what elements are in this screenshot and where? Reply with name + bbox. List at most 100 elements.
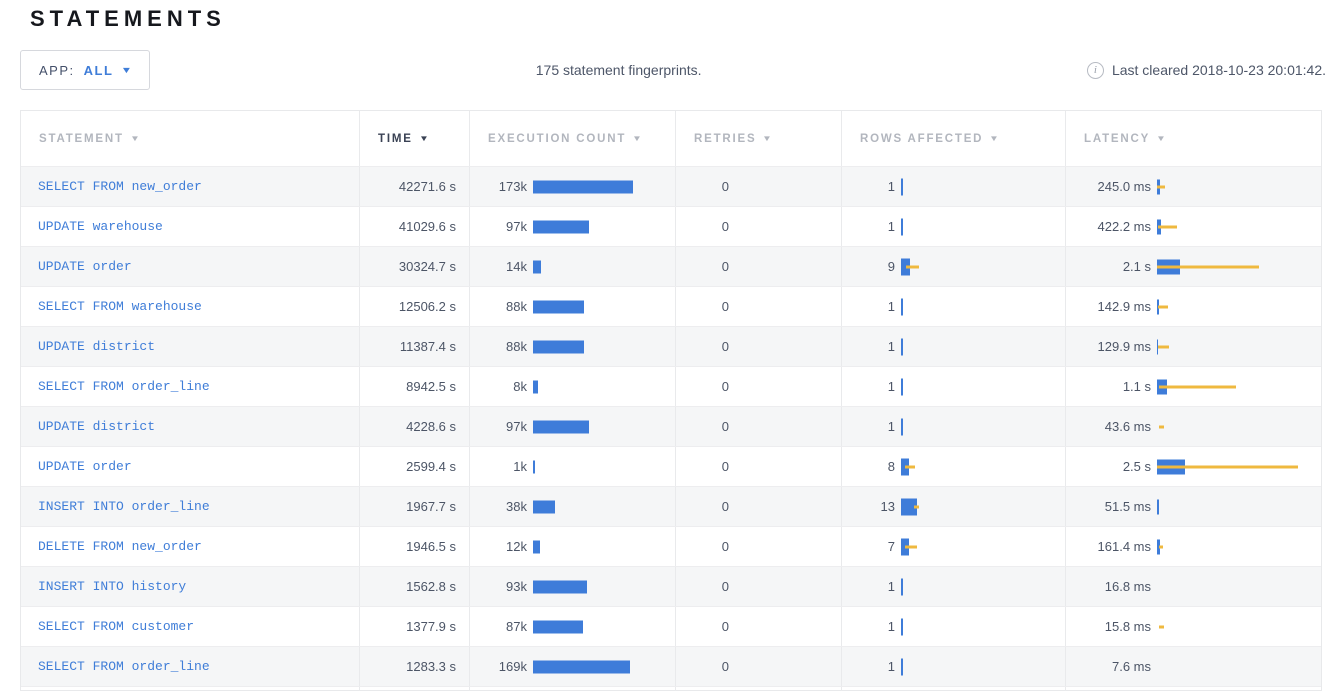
latency-value: 2.1 s <box>1066 259 1151 274</box>
retries-value: 0 <box>676 179 729 194</box>
table-row: UPDATE district 11387.4 s 88k 0 1 129.9 … <box>21 326 1321 366</box>
partial-next-row <box>21 686 1321 690</box>
time-value: 12506.2 s <box>399 299 456 314</box>
column-header-statement[interactable]: STATEMENT ▼ <box>21 111 359 166</box>
rows-affected-value: 1 <box>842 619 895 634</box>
column-header-retries[interactable]: RETRIES ▼ <box>675 111 841 166</box>
latency-value: 51.5 ms <box>1066 499 1151 514</box>
retries-value: 0 <box>676 579 729 594</box>
column-header-execution-count[interactable]: EXECUTION COUNT ▼ <box>469 111 675 166</box>
rows-affected-value: 7 <box>842 539 895 554</box>
table-row: SELECT FROM customer 1377.9 s 87k 0 1 15… <box>21 606 1321 646</box>
table-row: DELETE FROM new_order 1946.5 s 12k 0 7 1… <box>21 526 1321 566</box>
execution-count-bar <box>533 260 541 273</box>
retries-value: 0 <box>676 619 729 634</box>
table-row: INSERT INTO order_line 1967.7 s 38k 0 13… <box>21 486 1321 526</box>
table-row: UPDATE warehouse 41029.6 s 97k 0 1 422.2… <box>21 206 1321 246</box>
rows-affected-value: 1 <box>842 179 895 194</box>
page-title: STATEMENTS <box>30 6 226 32</box>
rows-affected-value: 1 <box>842 659 895 674</box>
time-value: 8942.5 s <box>406 379 456 394</box>
table-row: UPDATE order 2599.4 s 1k 0 8 2.5 s <box>21 446 1321 486</box>
statement-link[interactable]: SELECT FROM customer <box>38 619 194 634</box>
column-header-rows-affected[interactable]: ROWS AFFECTED ▼ <box>841 111 1065 166</box>
time-value: 2599.4 s <box>406 459 456 474</box>
execution-count-bar <box>533 460 535 473</box>
table-body: SELECT FROM new_order 42271.6 s 173k 0 1… <box>21 166 1321 686</box>
execution-count-value: 8k <box>470 379 527 394</box>
execution-count-bar <box>533 580 587 593</box>
latency-stddev-bar <box>1158 305 1168 308</box>
execution-count-value: 87k <box>470 619 527 634</box>
rows-affected-bar <box>901 578 903 595</box>
latency-value: 1.1 s <box>1066 379 1151 394</box>
latency-stddev-bar <box>1159 385 1236 388</box>
sort-arrow-icon: ▼ <box>130 134 140 143</box>
execution-count-value: 169k <box>470 659 527 674</box>
latency-bar <box>1157 499 1159 514</box>
rows-affected-value: 1 <box>842 419 895 434</box>
rows-affected-bar <box>901 618 903 635</box>
rows-affected-stddev-bar <box>905 545 917 548</box>
execution-count-bar <box>533 500 555 513</box>
info-icon[interactable]: i <box>1087 62 1104 79</box>
statement-link[interactable]: UPDATE order <box>38 459 132 474</box>
latency-value: 422.2 ms <box>1066 219 1151 234</box>
statement-link[interactable]: SELECT FROM order_line <box>38 379 210 394</box>
statement-link[interactable]: SELECT FROM order_line <box>38 659 210 674</box>
execution-count-bar <box>533 420 589 433</box>
execution-count-value: 97k <box>470 219 527 234</box>
execution-count-value: 38k <box>470 499 527 514</box>
rows-affected-value: 13 <box>842 499 895 514</box>
latency-value: 43.6 ms <box>1066 419 1151 434</box>
latency-value: 161.4 ms <box>1066 539 1151 554</box>
latency-stddev-bar <box>1158 225 1177 228</box>
statement-link[interactable]: SELECT FROM new_order <box>38 179 202 194</box>
column-header-time[interactable]: TIME ▼ <box>359 111 469 166</box>
execution-count-value: 88k <box>470 299 527 314</box>
last-cleared-text: Last cleared 2018-10-23 20:01:42. <box>1112 62 1326 78</box>
rows-affected-stddev-bar <box>906 265 919 268</box>
latency-stddev-bar <box>1159 625 1164 628</box>
table-header-row: STATEMENT ▼ TIME ▼ EXECUTION COUNT ▼ RET… <box>21 111 1321 166</box>
latency-stddev-bar <box>1157 465 1298 468</box>
rows-affected-bar <box>901 378 903 395</box>
rows-affected-value: 8 <box>842 459 895 474</box>
app-filter-label: APP: <box>39 63 75 78</box>
table-row: SELECT FROM order_line 8942.5 s 8k 0 1 1… <box>21 366 1321 406</box>
time-value: 41029.6 s <box>399 219 456 234</box>
table-row: INSERT INTO history 1562.8 s 93k 0 1 16.… <box>21 566 1321 606</box>
column-header-latency[interactable]: LATENCY ▼ <box>1065 111 1321 166</box>
time-value: 1562.8 s <box>406 579 456 594</box>
statement-link[interactable]: INSERT INTO order_line <box>38 499 210 514</box>
statement-link[interactable]: UPDATE district <box>38 339 155 354</box>
execution-count-bar <box>533 540 540 553</box>
statement-link[interactable]: INSERT INTO history <box>38 579 186 594</box>
statement-link[interactable]: SELECT FROM warehouse <box>38 299 202 314</box>
statement-link[interactable]: UPDATE warehouse <box>38 219 163 234</box>
time-value: 1283.3 s <box>406 659 456 674</box>
rows-affected-bar <box>901 178 903 195</box>
sort-arrow-icon: ▼ <box>762 134 772 143</box>
time-value: 1946.5 s <box>406 539 456 554</box>
statement-link[interactable]: UPDATE order <box>38 259 132 274</box>
latency-value: 7.6 ms <box>1066 659 1151 674</box>
execution-count-value: 14k <box>470 259 527 274</box>
app-filter-dropdown[interactable]: APP: ALL ▼ <box>20 50 150 90</box>
latency-value: 2.5 s <box>1066 459 1151 474</box>
rows-affected-stddev-bar <box>905 465 915 468</box>
toolbar: APP: ALL ▼ 175 statement fingerprints. i… <box>20 50 1326 90</box>
execution-count-value: 1k <box>470 459 527 474</box>
execution-count-bar <box>533 300 584 313</box>
sort-arrow-icon: ▼ <box>632 134 642 143</box>
statement-link[interactable]: UPDATE district <box>38 419 155 434</box>
statement-link[interactable]: DELETE FROM new_order <box>38 539 202 554</box>
execution-count-value: 97k <box>470 419 527 434</box>
retries-value: 0 <box>676 659 729 674</box>
app-filter-value: ALL <box>84 63 114 78</box>
retries-value: 0 <box>676 419 729 434</box>
latency-value: 142.9 ms <box>1066 299 1151 314</box>
execution-count-bar <box>533 620 583 633</box>
table-row: UPDATE order 30324.7 s 14k 0 9 2.1 s <box>21 246 1321 286</box>
execution-count-bar <box>533 380 538 393</box>
